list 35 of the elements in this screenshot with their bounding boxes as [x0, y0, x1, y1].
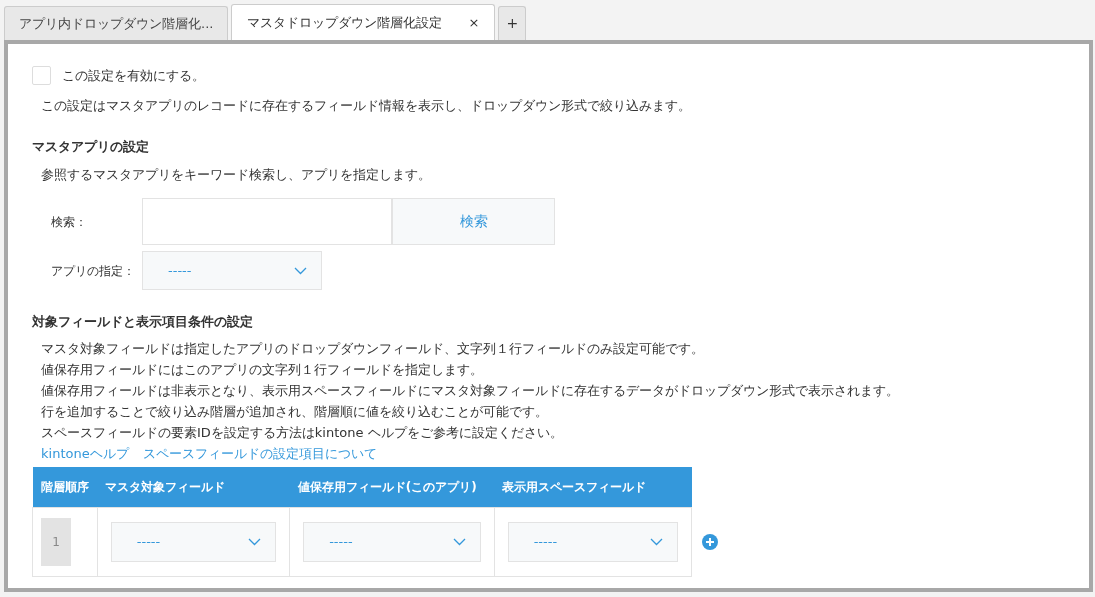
order-number: 1: [41, 518, 71, 566]
app-dropdown[interactable]: -----: [142, 251, 322, 290]
description-text: 値保存用フィールドは非表示となり、表示用スペースフィールドにマスタ対象フィールドに存在するデータがドロップダウン形式で表示されます。: [41, 381, 900, 400]
chevron-down-icon: [650, 538, 663, 546]
field-dropdown[interactable]: -----: [507, 522, 678, 562]
description-text: マスタ対象フィールドは指定したアプリのドロップダウンフィールド、文字列１行フィールドのみ設定可能です。: [41, 339, 705, 358]
close-icon[interactable]: ×: [468, 12, 480, 33]
tab[interactable]: マスタドロップダウン階層化設定 ×: [231, 4, 496, 40]
field-label: 検索：: [50, 213, 88, 231]
column-header: マスタ対象フィールド: [97, 466, 290, 508]
chevron-down-icon: [452, 538, 466, 546]
chevron-down-icon: [248, 538, 262, 546]
description-text: この設定はマスタアプリのレコードに存在するフィールド情報を表示し、ドロップダウン形式で絞り込みます。: [41, 96, 692, 115]
help-link[interactable]: kintoneヘルプ: [41, 442, 129, 464]
section-heading: 対象フィールドと表示項目条件の設定: [32, 313, 254, 331]
description-text: 値保存用フィールドにはこのアプリの文字列１行フィールドを指定します。: [41, 360, 484, 379]
checkbox-label: この設定を有効にする。: [62, 67, 205, 85]
description-text: 行を追加することで絞り込み階層が追加され、階層順に値を絞り込むことが可能です。: [41, 402, 549, 421]
search-field[interactable]: [142, 198, 392, 245]
column-header: 値保存用フィールド(このアプリ): [289, 466, 495, 508]
column-header: 表示用スペースフィールド: [494, 466, 692, 508]
field-label: アプリの指定：: [50, 262, 136, 280]
field-dropdown[interactable]: -----: [303, 522, 481, 562]
add-tab-button[interactable]: +: [498, 6, 527, 40]
help-link[interactable]: スペースフィールドの設定項目について: [142, 442, 377, 464]
chevron-down-icon: [294, 266, 307, 275]
checkbox[interactable]: [32, 66, 51, 86]
description-text: スペースフィールドの要素IDを設定する方法はkintone ヘルプをご参考に設定ください。: [41, 423, 564, 442]
section-heading: マスタアプリの設定: [32, 138, 150, 156]
description-text: 参照するマスタアプリをキーワード検索し、アプリを指定します。: [41, 165, 432, 184]
field-dropdown[interactable]: -----: [110, 522, 277, 562]
column-header: 階層順序: [32, 466, 98, 508]
search-button[interactable]: 検索: [392, 198, 555, 245]
tab[interactable]: アプリ内ドロップダウン階層化...: [4, 6, 229, 40]
add-row-icon[interactable]: [702, 534, 718, 550]
